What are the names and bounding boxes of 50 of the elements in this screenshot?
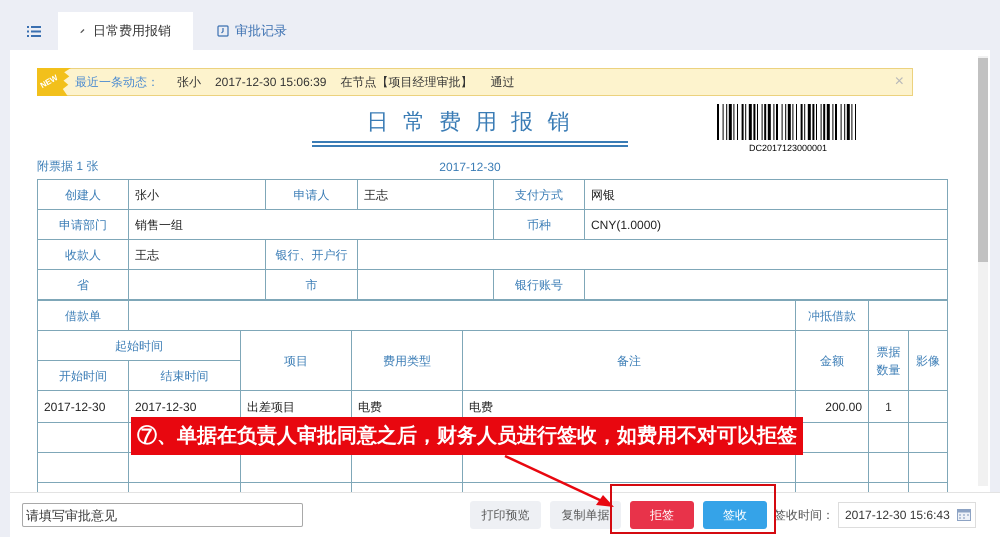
new-badge: NEW <box>37 68 71 96</box>
field-label: 市 <box>266 270 358 300</box>
form-title: 日 常 费 用 报 销 <box>366 108 574 136</box>
column-header: 影像 <box>908 330 948 390</box>
field-label: 收款人 <box>38 240 128 270</box>
sign-time-field[interactable]: 2017-12-30 15:6:43 <box>838 502 976 528</box>
field-value: 王志 <box>358 180 494 210</box>
column-header: 开始时间 <box>38 360 128 390</box>
action-button[interactable]: 打印预览 <box>470 501 541 529</box>
field-label: 支付方式 <box>494 180 584 210</box>
column-header: 备注 <box>462 330 796 390</box>
field-value: 王志 <box>128 240 266 270</box>
field-label: 币种 <box>494 210 584 240</box>
column-header: 项目 <box>240 330 352 390</box>
column-header: 票据数量 <box>868 330 908 390</box>
field-label: 省 <box>38 270 128 300</box>
notice-label: 最近一条动态： <box>75 74 159 91</box>
field-label: 借款单 <box>38 300 128 330</box>
field-value: 网银 <box>584 180 948 210</box>
notice-result: 通过 <box>490 74 514 91</box>
table-cell: 1 <box>868 390 908 422</box>
column-header: 金额 <box>796 330 868 390</box>
field-value: 张小 <box>128 180 266 210</box>
field-label: 冲抵借款 <box>796 300 868 330</box>
notice-time: 2017-12-30 15:06:39 <box>215 74 326 91</box>
tab[interactable]: 审批记录 <box>193 12 311 50</box>
annotation-banner: ⑦、单据在负责人审批同意之后，财务人员进行签收，如费用不对可以拒签 <box>131 417 803 455</box>
scrollbar[interactable] <box>978 56 988 486</box>
attachment-count: 附票据 1 张 <box>37 158 98 175</box>
clock-icon <box>217 25 229 37</box>
field-label: 银行账号 <box>494 270 584 300</box>
field-value: CNY(1.0000) <box>584 210 948 240</box>
notice-stage-text: 在节点【项目经理审批】 <box>340 74 472 91</box>
field-label: 申请人 <box>266 180 358 210</box>
column-header: 起始时间 <box>38 330 240 360</box>
field-label: 银行、开户行 <box>266 240 358 270</box>
action-button[interactable]: 拒签 <box>630 501 694 529</box>
action-button[interactable]: 复制单据 <box>550 501 621 529</box>
column-header: 费用类型 <box>352 330 462 390</box>
barcode-number: DC2017123000001 <box>748 142 828 155</box>
field-label: 创建人 <box>38 180 128 210</box>
menu-icon[interactable] <box>27 26 41 36</box>
calendar-icon[interactable] <box>957 509 971 521</box>
notice-user: 张小 <box>177 74 201 91</box>
table-cell: 2017-12-30 <box>38 390 128 422</box>
field-value: 销售一组 <box>128 210 494 240</box>
opinion-field[interactable]: 请填写审批意见 <box>22 503 303 527</box>
tab[interactable]: 日常费用报销 <box>58 12 193 50</box>
form-date: 2017-12-30 <box>439 159 501 176</box>
field-label: 申请部门 <box>38 210 128 240</box>
